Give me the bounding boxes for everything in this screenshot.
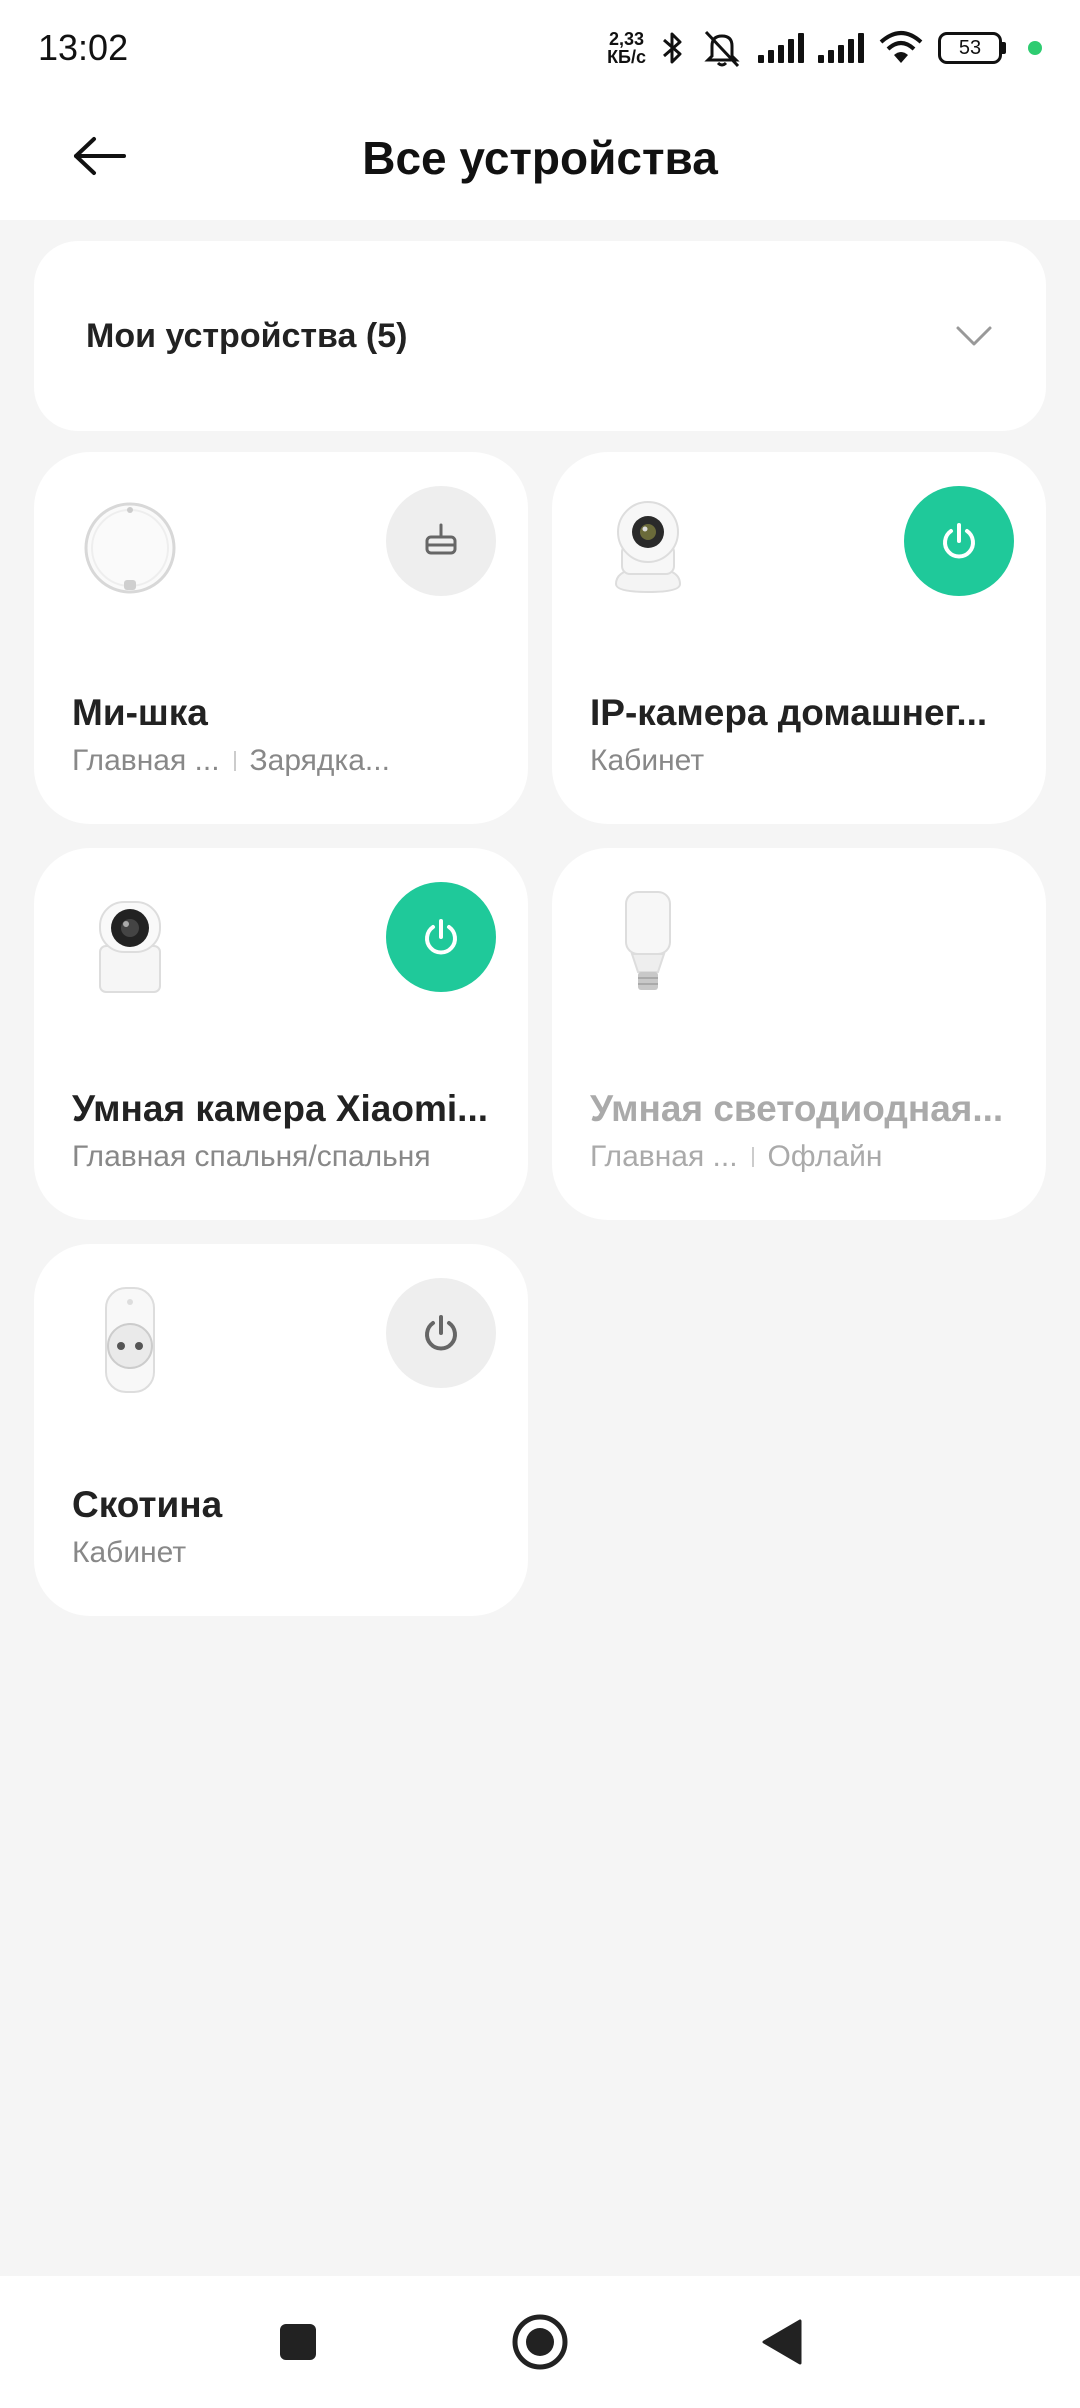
device-name: Ми-шка — [72, 692, 208, 733]
recent-apps-icon[interactable] — [276, 2320, 320, 2364]
ptz-camera-image — [614, 501, 682, 594]
device-name: Умная светодиодная... — [590, 1088, 1004, 1129]
chevron-down-icon — [956, 326, 992, 346]
device-card[interactable]: Ми-шка Главная ... Зарядка... — [34, 452, 528, 824]
device-group-label: Мои устройства (5) — [86, 316, 408, 355]
signal-icon — [818, 33, 864, 63]
device-room: Главная спальня/спальня — [72, 1140, 431, 1173]
wifi-icon — [879, 31, 923, 63]
bell-muted-icon — [704, 30, 740, 68]
app-header: Все устройства — [0, 96, 1080, 220]
privacy-dot — [1028, 41, 1042, 55]
arrow-left-icon — [74, 137, 126, 175]
device-room: Кабинет — [72, 1536, 187, 1569]
device-card[interactable]: Умная камера Xiaomi... Главная спальня/с… — [34, 848, 528, 1220]
clean-button[interactable] — [386, 486, 496, 596]
device-name: IP-камера домашнег... — [590, 692, 988, 733]
device-info: Главная спальня/спальня — [72, 1140, 502, 1174]
system-nav-bar — [0, 2276, 1080, 2408]
back-icon[interactable] — [760, 2317, 804, 2367]
device-room: Кабинет — [590, 744, 705, 777]
device-info: Кабинет — [72, 1536, 502, 1570]
bluetooth-icon — [663, 32, 682, 64]
battery-indicator: 53 — [938, 32, 1006, 64]
power-icon — [425, 1315, 457, 1351]
device-card[interactable]: Умная светодиодная... Главная ... Офлайн — [552, 848, 1046, 1220]
device-name: Умная камера Xiaomi... — [72, 1088, 488, 1129]
device-status: Офлайн — [767, 1140, 883, 1173]
power-button[interactable] — [386, 882, 496, 992]
device-room: Главная ... — [72, 744, 220, 777]
device-info: Главная ... Офлайн — [590, 1140, 1020, 1174]
robot-vacuum-image — [84, 502, 176, 594]
status-icons: 2,33 КБ/с 53 — [607, 28, 1042, 68]
power-button[interactable] — [386, 1278, 496, 1388]
back-button[interactable] — [60, 124, 140, 188]
power-button[interactable] — [904, 486, 1014, 596]
device-info: Главная ... Зарядка... — [72, 744, 502, 778]
device-name: Скотина — [72, 1484, 223, 1525]
device-status: Зарядка... — [249, 744, 390, 777]
device-room: Главная ... — [590, 1140, 738, 1173]
power-icon — [943, 523, 975, 559]
page-title: Все устройства — [362, 132, 718, 184]
network-speed-value: 2,33 — [609, 29, 645, 49]
smart-plug-image — [105, 1287, 155, 1393]
network-speed-unit: КБ/с — [607, 47, 646, 67]
device-card[interactable]: Скотина Кабинет — [34, 1244, 528, 1616]
status-bar: 13:02 2,33 КБ/с 53 — [0, 0, 1080, 96]
device-info: Кабинет — [590, 744, 1020, 778]
signal-icon — [758, 33, 804, 63]
led-bulb-image — [625, 891, 671, 990]
broom-icon — [425, 523, 457, 555]
home-camera-image — [99, 901, 161, 993]
status-time: 13:02 — [38, 27, 129, 68]
power-icon — [425, 919, 457, 955]
network-speed: 2,33 КБ/с — [607, 30, 646, 66]
device-group-selector[interactable]: Мои устройства (5) — [34, 241, 1046, 431]
home-icon[interactable] — [510, 2312, 570, 2372]
battery-level: 53 — [938, 32, 1002, 64]
device-card[interactable]: IP-камера домашнег... Кабинет — [552, 452, 1046, 824]
